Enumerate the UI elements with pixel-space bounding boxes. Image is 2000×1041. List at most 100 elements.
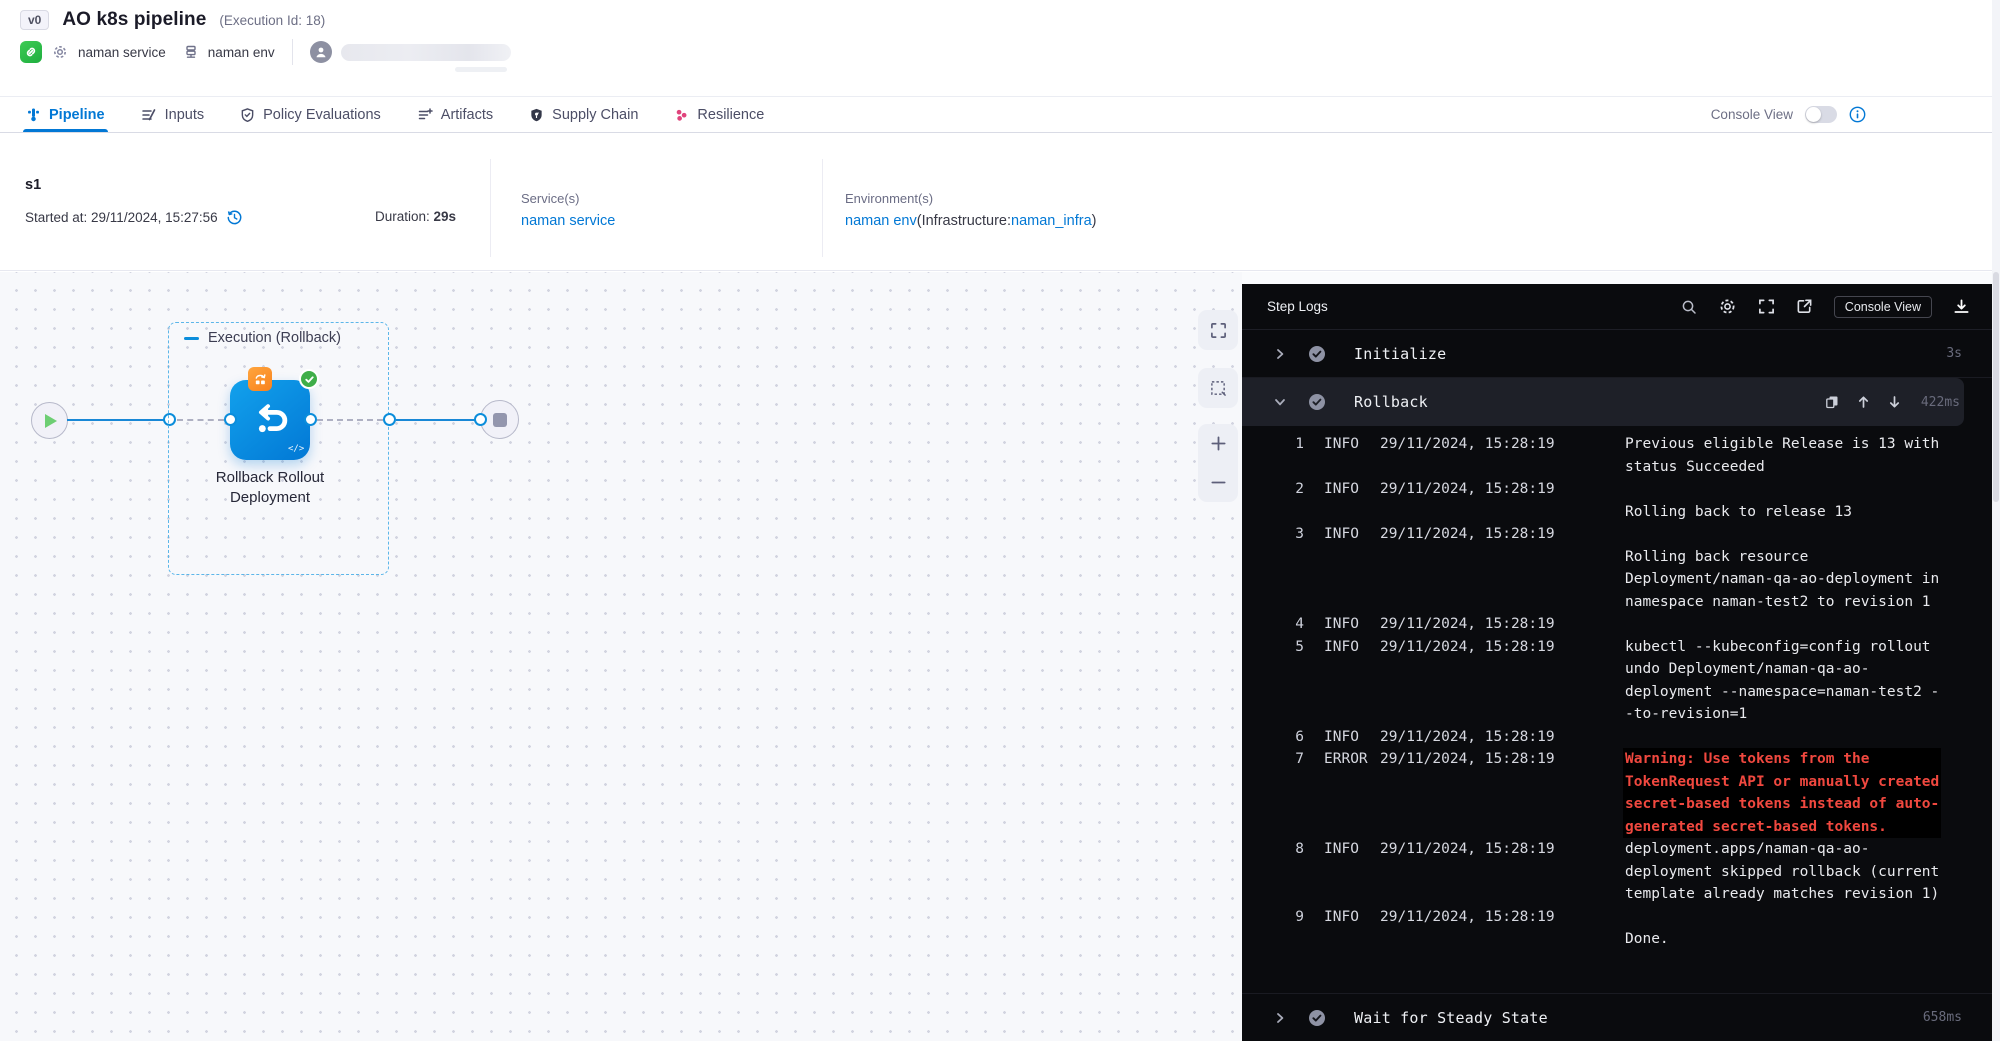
stage-name[interactable]: s1	[25, 177, 41, 193]
toggle-knob	[1806, 107, 1821, 122]
stage-summary-bar: s1 Started at: 29/11/2024, 15:27:56 Dura…	[0, 133, 2000, 271]
console-view-label: Console View	[1711, 107, 1793, 122]
step-row-initialize[interactable]: Initialize 3s	[1242, 330, 1992, 378]
step-duration: 422ms	[1921, 395, 1960, 410]
log-line: 1 INFO 29/11/2024, 15:28:19 Previous eli…	[1242, 433, 1992, 478]
infrastructure-link[interactable]: naman_infra	[1011, 213, 1092, 229]
canvas-select-button[interactable]	[1198, 368, 1238, 408]
header-service-name[interactable]: naman service	[78, 45, 166, 60]
step-logs-header: Step Logs Console View	[1242, 284, 1992, 330]
canvas-fit-button[interactable]	[1198, 310, 1238, 350]
fit-view-icon	[1210, 322, 1227, 339]
download-icon[interactable]	[1953, 298, 1970, 315]
zoom-out-button[interactable]	[1210, 474, 1227, 491]
search-icon[interactable]	[1681, 299, 1697, 315]
version-badge: v0	[20, 10, 49, 30]
duration-value: 29s	[434, 209, 457, 224]
policy-shield-icon	[240, 107, 255, 123]
scroll-down-icon[interactable]	[1888, 395, 1901, 409]
step-duration: 3s	[1946, 346, 1962, 361]
node-left-connector[interactable]	[224, 413, 237, 426]
node-label: Rollback Rollout Deployment	[170, 468, 370, 509]
tab-bar-right: Console View	[1711, 106, 1974, 123]
tab-supply-chain[interactable]: Supply Chain	[529, 97, 638, 132]
settings-gear-icon[interactable]	[1718, 297, 1737, 316]
log-line-number: 5	[1282, 636, 1304, 659]
log-message: Rolling back to release 13	[1625, 478, 1852, 523]
step-row-rollback[interactable]: Rollback 422ms	[1242, 378, 1964, 426]
tab-artifacts[interactable]: Artifacts	[417, 97, 493, 132]
stage-duration: Duration: 29s	[375, 209, 456, 224]
environment-line: naman env(Infrastructure:naman_infra)	[845, 213, 1096, 229]
zoom-in-button[interactable]	[1210, 435, 1227, 452]
log-message: Done.	[1625, 906, 1669, 951]
step-duration: 658ms	[1923, 1010, 1962, 1025]
console-view-button[interactable]: Console View	[1834, 296, 1932, 318]
execution-id: (Execution Id: 18)	[219, 13, 325, 28]
edge-node-to-group	[317, 419, 383, 421]
environment-link[interactable]: naman env	[845, 213, 917, 229]
chevron-down-icon[interactable]	[1274, 396, 1290, 408]
collapse-group-icon[interactable]	[184, 337, 199, 340]
tab-policy-evaluations[interactable]: Policy Evaluations	[240, 97, 381, 132]
pipeline-canvas[interactable]: Execution (Rollback) </> Rollback Rollou…	[0, 272, 1242, 1041]
inputs-icon	[141, 107, 157, 123]
log-panel-wrap: Step Logs Console View Initialize 3s	[1242, 272, 2000, 1041]
node-right-connector[interactable]	[304, 413, 317, 426]
log-line: 6 INFO 29/11/2024, 15:28:19	[1242, 726, 1992, 749]
tab-bar: Pipeline Inputs Policy Evaluations Artif…	[0, 97, 2000, 133]
console-view-toggle[interactable]	[1805, 106, 1837, 123]
canvas-zoom-controls	[1198, 424, 1238, 502]
log-level: INFO	[1324, 636, 1380, 659]
execution-group-title: Execution (Rollback)	[184, 330, 341, 346]
chevron-right-icon[interactable]	[1274, 348, 1290, 360]
services-label: Service(s)	[521, 191, 615, 206]
scrollbar-thumb[interactable]	[1993, 272, 1999, 502]
stage-divider	[490, 159, 491, 257]
copy-icon[interactable]	[1825, 395, 1839, 409]
header-environment-name[interactable]: naman env	[208, 45, 275, 60]
step-success-icon	[1308, 393, 1326, 411]
page-header: v0 AO k8s pipeline (Execution Id: 18) na…	[0, 0, 2000, 97]
service-gear-icon	[51, 43, 69, 61]
stop-icon	[493, 413, 507, 427]
info-icon[interactable]	[1849, 106, 1866, 123]
scroll-up-icon[interactable]	[1857, 395, 1870, 409]
service-link[interactable]: naman service	[521, 213, 615, 229]
log-line: 4 INFO 29/11/2024, 15:28:19	[1242, 613, 1992, 636]
avatar	[310, 41, 332, 63]
page-scrollbar[interactable]	[1992, 0, 2000, 1041]
stage-started: Started at: 29/11/2024, 15:27:56	[25, 209, 243, 226]
chevron-right-icon[interactable]	[1274, 1012, 1290, 1024]
log-level: INFO	[1324, 838, 1380, 861]
success-badge-icon	[299, 369, 319, 389]
step-row-wait-for-steady-state[interactable]: Wait for Steady State 658ms	[1242, 993, 1992, 1041]
artifacts-icon	[417, 107, 433, 123]
log-line-number: 1	[1282, 433, 1304, 456]
log-level: ERROR	[1324, 748, 1380, 771]
log-message: Rolling back resource Deployment/naman-q…	[1625, 523, 1939, 613]
log-timestamp: 29/11/2024, 15:28:19	[1380, 523, 1555, 546]
step-logs-panel: Step Logs Console View Initialize 3s	[1242, 284, 1992, 1041]
log-level: INFO	[1324, 433, 1380, 456]
title-row: v0 AO k8s pipeline (Execution Id: 18)	[20, 9, 325, 31]
log-timestamp: 29/11/2024, 15:28:19	[1380, 726, 1555, 749]
fullscreen-icon[interactable]	[1758, 298, 1775, 315]
rollout-badge-icon	[248, 367, 272, 391]
log-timestamp: 29/11/2024, 15:28:19	[1380, 636, 1555, 659]
pipeline-start-node[interactable]	[31, 402, 68, 439]
log-body[interactable]: 1 INFO 29/11/2024, 15:28:19 Previous eli…	[1242, 426, 1992, 993]
log-timestamp: 29/11/2024, 15:28:19	[1380, 838, 1555, 861]
group-right-connector[interactable]	[383, 413, 396, 426]
rollback-arrow-icon	[247, 397, 293, 443]
tab-inputs[interactable]: Inputs	[141, 97, 205, 132]
log-message: Warning: Use tokens from the TokenReques…	[1625, 748, 1939, 838]
log-line-number: 8	[1282, 838, 1304, 861]
tab-resilience[interactable]: Resilience	[674, 97, 764, 132]
end-left-connector	[474, 413, 487, 426]
open-external-icon[interactable]	[1796, 298, 1813, 315]
tab-pipeline[interactable]: Pipeline	[26, 97, 105, 132]
log-message: Previous eligible Release is 13 with sta…	[1625, 433, 1939, 478]
history-icon[interactable]	[226, 209, 243, 226]
environments-label: Environment(s)	[845, 191, 1096, 206]
